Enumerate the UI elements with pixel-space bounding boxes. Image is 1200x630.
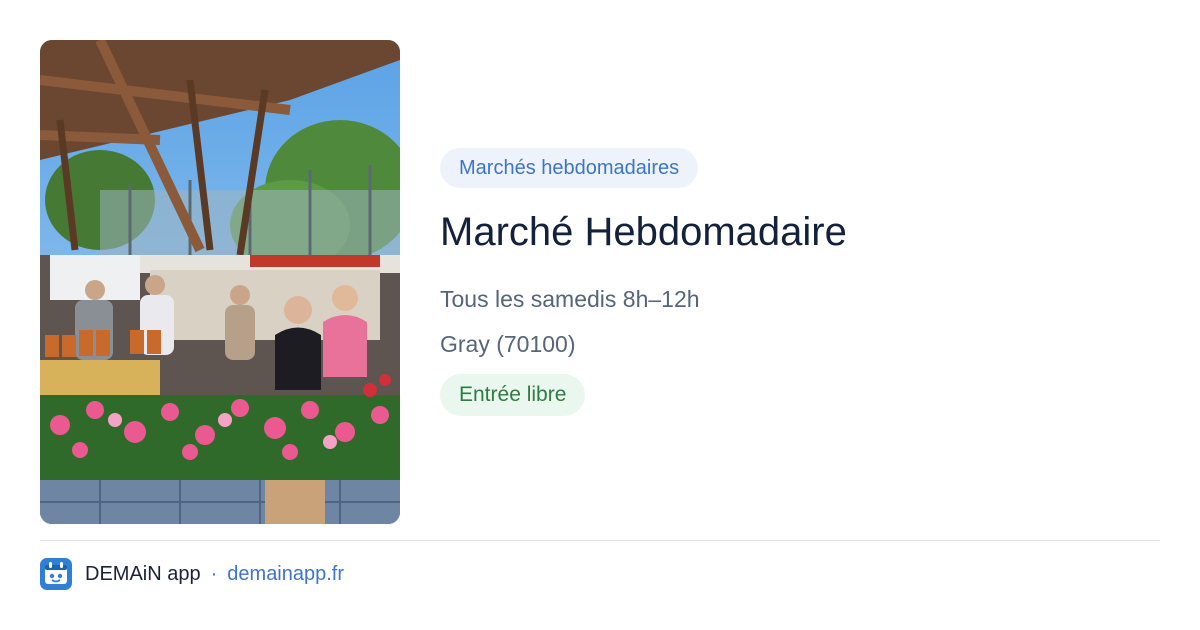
event-schedule: Tous les samedis 8h–12h — [440, 286, 700, 312]
price-badge: Entrée libre — [440, 374, 586, 416]
app-website-link[interactable]: demainapp.fr — [227, 563, 344, 586]
app-name: DEMAiN app — [85, 562, 201, 585]
footer-separator: · — [210, 562, 218, 585]
event-title: Marché Hebdomadaire — [440, 210, 847, 254]
footer: DEMAiN app · demainapp.fr — [40, 558, 344, 590]
demain-app-logo-icon — [40, 558, 72, 590]
category-tag[interactable]: Marchés hebdomadaires — [440, 148, 699, 188]
event-photo — [40, 40, 400, 524]
event-location: Gray (70100) — [440, 331, 576, 357]
footer-divider — [40, 540, 1160, 541]
event-info: Marchés hebdomadaires Marché Hebdomadair… — [440, 148, 1160, 416]
